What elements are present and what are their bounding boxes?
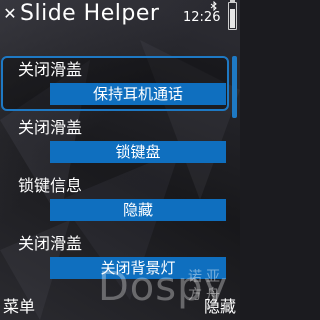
list-item[interactable]: 关闭滑盖 锁键盘 [0, 114, 230, 171]
title-bar: ✕ Slide Helper 12:26 [0, 0, 240, 30]
item-label: 关闭滑盖 [18, 60, 83, 79]
menu-softkey[interactable]: 菜单 [3, 296, 35, 318]
item-value-field[interactable]: 隐藏 [50, 199, 226, 221]
item-label: 锁键信息 [18, 176, 83, 195]
item-value-field[interactable]: 保持耳机通话 [50, 83, 226, 105]
scrollbar[interactable] [232, 56, 238, 296]
list-item[interactable]: 锁键信息 隐藏 [0, 172, 230, 229]
softkey-bar: 菜单 隐藏 [0, 294, 240, 320]
close-icon[interactable]: ✕ [3, 6, 17, 22]
list-item[interactable]: 关闭滑盖 保持耳机通话 [0, 56, 230, 113]
item-label: 关闭滑盖 [18, 118, 83, 137]
scrollbar-thumb[interactable] [232, 56, 237, 118]
item-label: 关闭滑盖 [18, 234, 83, 253]
item-value-field[interactable]: 锁键盘 [50, 141, 226, 163]
battery-icon [228, 2, 237, 30]
clock: 12:26 [183, 10, 221, 25]
app-title: Slide Helper [20, 1, 160, 26]
battery-level [230, 9, 235, 28]
hide-softkey[interactable]: 隐藏 [204, 296, 236, 318]
